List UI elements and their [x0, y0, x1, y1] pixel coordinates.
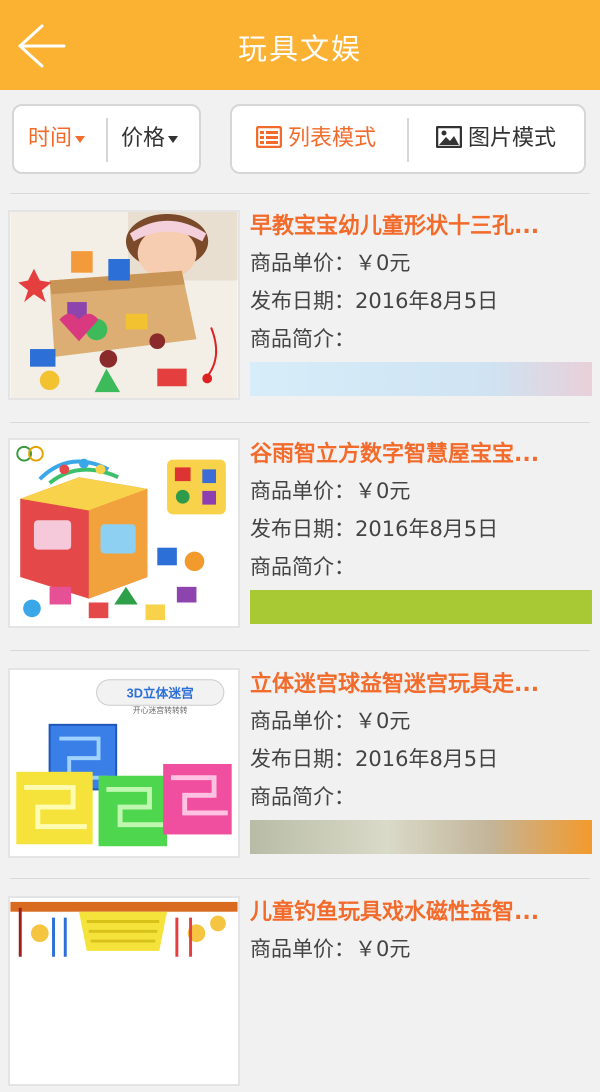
list-mode-label: 列表模式: [288, 126, 377, 151]
item-info: 早教宝宝幼儿童形状十三孔... 商品单价：￥0元 发布日期：2016年8月5日 …: [250, 210, 592, 358]
publish-date: 发布日期：2016年8月5日: [250, 289, 499, 313]
product-name[interactable]: 早教宝宝幼儿童形状十三孔...: [250, 210, 580, 244]
publish-date: 发布日期：2016年8月5日: [250, 747, 499, 771]
sort-by-price-button[interactable]: 价格: [121, 106, 179, 172]
product-photo: [10, 440, 238, 626]
intro-banner-image: [250, 820, 592, 854]
item-info: 儿童钓鱼玩具戏水磁性益智... 商品单价：￥0元: [250, 896, 592, 968]
sort-price-label: 价格: [121, 126, 166, 151]
product-image-shape-sorter: [8, 210, 240, 400]
maze-sub-text: 开心迷宫转转转: [133, 705, 188, 715]
product-image-fishing-toy: [8, 896, 240, 1086]
product-photo: 3D立体迷宫 开心迷宫转转转: [10, 670, 238, 856]
item-info: 谷雨智立方数字智慧屋宝宝... 商品单价：￥0元 发布日期：2016年8月5日 …: [250, 438, 592, 586]
product-name[interactable]: 立体迷宫球益智迷宫玩具走...: [250, 668, 580, 702]
sort-by-time-button[interactable]: 时间: [28, 106, 86, 172]
divider: [106, 118, 108, 162]
list-icon: [255, 125, 283, 149]
maze-badge-text: 3D立体迷宫: [127, 685, 194, 700]
product-price: 商品单价：￥0元: [250, 251, 411, 275]
image-icon: [435, 125, 463, 149]
view-mode-toggle: 列表模式 图片模式: [230, 104, 586, 174]
list-item[interactable]: 谷雨智立方数字智慧屋宝宝... 商品单价：￥0元 发布日期：2016年8月5日 …: [8, 438, 592, 634]
caret-down-icon: [75, 135, 86, 143]
caret-down-icon: [168, 135, 179, 143]
list-mode-button[interactable]: 列表模式: [255, 106, 377, 172]
product-name[interactable]: 谷雨智立方数字智慧屋宝宝...: [250, 438, 580, 472]
sort-time-label: 时间: [28, 126, 73, 151]
divider: [10, 878, 590, 879]
list-item[interactable]: 儿童钓鱼玩具戏水磁性益智... 商品单价：￥0元: [8, 896, 592, 1092]
filter-bar: 时间 价格 列表模式 图片模式: [0, 90, 600, 190]
intro-banner-image: [250, 590, 592, 624]
page-title: 玩具文娱: [237, 32, 362, 66]
product-image-activity-cube: [8, 438, 240, 628]
sort-toggle-group: 时间 价格: [12, 104, 201, 174]
product-photo: [10, 898, 238, 1084]
list-item[interactable]: 3D立体迷宫 开心迷宫转转转 立体迷宫球益智迷宫玩具走... 商品单价：￥0元 …: [8, 668, 592, 864]
publish-date: 发布日期：2016年8月5日: [250, 517, 499, 541]
top-bar: 玩具文娱: [0, 0, 600, 90]
divider: [10, 422, 590, 423]
product-intro-label: 商品简介：: [250, 327, 355, 351]
picture-mode-button[interactable]: 图片模式: [435, 106, 557, 172]
intro-banner-image: [250, 362, 592, 396]
item-info: 立体迷宫球益智迷宫玩具走... 商品单价：￥0元 发布日期：2016年8月5日 …: [250, 668, 592, 816]
list-item[interactable]: 早教宝宝幼儿童形状十三孔... 商品单价：￥0元 发布日期：2016年8月5日 …: [8, 210, 592, 406]
product-price: 商品单价：￥0元: [250, 709, 411, 733]
product-intro-label: 商品简介：: [250, 785, 355, 809]
divider: [407, 118, 409, 162]
product-price: 商品单价：￥0元: [250, 937, 411, 961]
product-name[interactable]: 儿童钓鱼玩具戏水磁性益智...: [250, 896, 580, 930]
product-intro-label: 商品简介：: [250, 555, 355, 579]
picture-mode-label: 图片模式: [468, 126, 557, 151]
divider: [10, 193, 590, 194]
product-price: 商品单价：￥0元: [250, 479, 411, 503]
divider: [10, 650, 590, 651]
product-photo: [10, 212, 238, 398]
product-image-3d-maze: 3D立体迷宫 开心迷宫转转转: [8, 668, 240, 858]
